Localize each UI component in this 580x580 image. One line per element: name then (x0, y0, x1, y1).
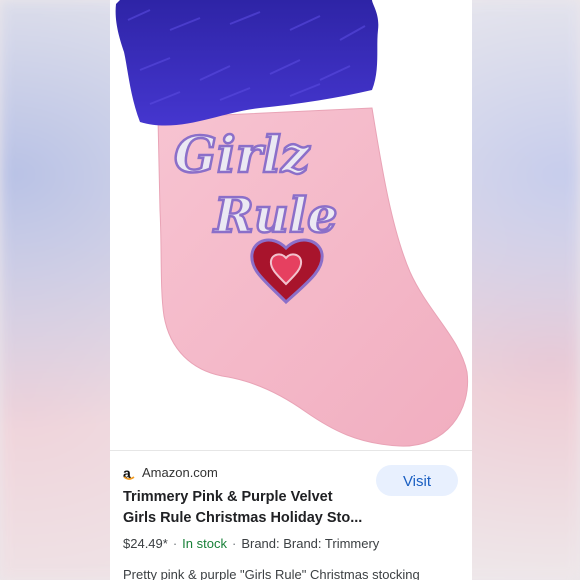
divider (110, 450, 472, 451)
separator-dot: · (172, 536, 178, 551)
product-title-line-1: Trimmery Pink & Purple Velvet (123, 489, 333, 505)
product-title[interactable]: Trimmery Pink & Purple Velvet Girls Rule… (123, 487, 373, 529)
product-title-line-2: Girls Rule Christmas Holiday Sto... (123, 510, 363, 526)
separator-dot: · (231, 536, 237, 551)
fur-cuff (115, 0, 379, 126)
brand: Brand: Brand: Trimmery (241, 536, 380, 551)
embroidery-line-2: Rule (212, 188, 338, 244)
product-description: Pretty pink & purple "Girls Rule" Christ… (123, 567, 420, 580)
price: $24.49* (123, 536, 168, 551)
source-row[interactable]: a Amazon.com (123, 465, 218, 480)
embroidery-line-1: Girlz (174, 125, 311, 184)
amazon-icon: a (123, 466, 135, 480)
source-name: Amazon.com (142, 465, 218, 480)
stock-status: In stock (182, 536, 227, 551)
visit-button[interactable]: Visit (376, 465, 458, 496)
shopping-result-card[interactable]: Girlz Rule a Amazon.com Visit Trimmery P… (110, 0, 472, 580)
product-image[interactable]: Girlz Rule (110, 0, 472, 450)
product-meta: $24.49* · In stock · Brand: Brand: Trimmery (123, 536, 379, 551)
